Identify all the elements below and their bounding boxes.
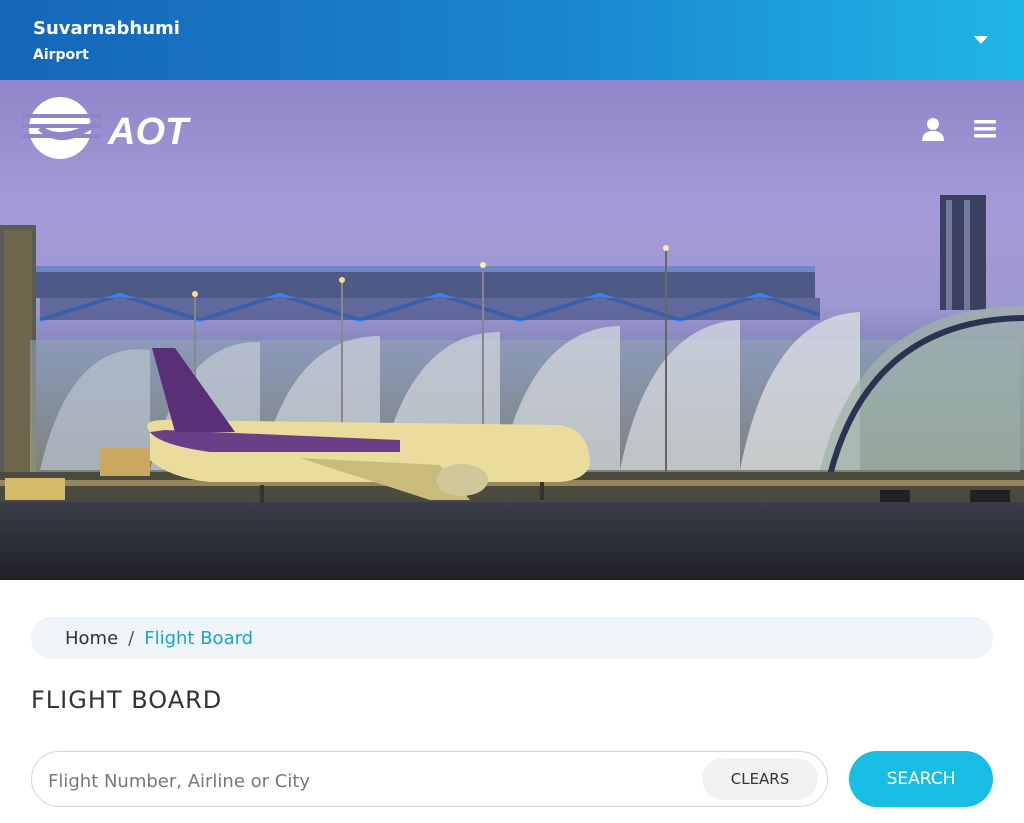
breadcrumb-separator: / xyxy=(128,627,135,649)
logo-text: AOT xyxy=(107,111,191,153)
search-input[interactable] xyxy=(46,760,690,802)
user-icon[interactable] xyxy=(918,114,948,144)
search-button[interactable]: SEARCH xyxy=(849,751,993,807)
search-box: CLEARS xyxy=(31,751,828,807)
breadcrumb-current[interactable]: Flight Board xyxy=(144,628,253,649)
clear-button[interactable]: CLEARS xyxy=(702,758,818,800)
menu-icon[interactable] xyxy=(970,114,1000,144)
chevron-down-icon[interactable] xyxy=(974,36,988,44)
aot-logo-icon: AOT xyxy=(22,97,191,159)
aot-logo[interactable]: AOT xyxy=(22,96,212,166)
airport-selector[interactable]: Suvarnabhumi Airport xyxy=(0,0,1024,80)
breadcrumb: Home / Flight Board xyxy=(31,617,993,659)
airport-name: Suvarnabhumi xyxy=(33,18,180,39)
breadcrumb-home[interactable]: Home xyxy=(65,628,118,649)
airport-name-suffix: Airport xyxy=(33,47,89,63)
page-title: FLIGHT BOARD xyxy=(31,686,223,714)
